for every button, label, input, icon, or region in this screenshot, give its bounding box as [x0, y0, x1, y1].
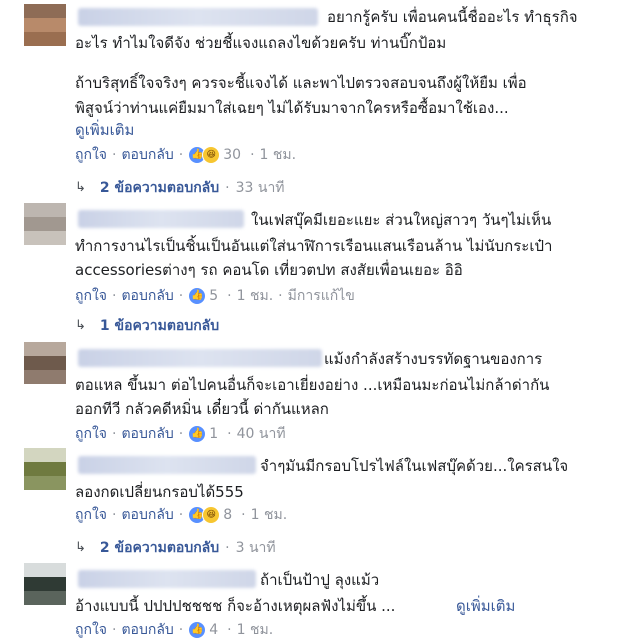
replies-time: 33 นาที — [235, 180, 285, 196]
replies-time: · — [225, 540, 230, 556]
see-more-link[interactable]: ดูเพิ่มเติม — [456, 595, 515, 617]
replies-count[interactable]: 2 ข้อความตอบกลับ — [100, 538, 219, 558]
reply-arrow-icon: ↳ — [75, 180, 86, 195]
reply-button[interactable]: ตอบกลับ — [121, 286, 173, 306]
comment-actions: ถูกใจ · ตอบกลับ · 👍 😆 30 · 1 ชม. — [75, 145, 297, 165]
haha-icon: 😆 — [202, 506, 221, 524]
reaction-count: 1 — [209, 426, 219, 442]
replies-count[interactable]: 1 ข้อความตอบกลับ — [100, 316, 219, 336]
commenter-name[interactable] — [78, 456, 256, 474]
commenter-name[interactable] — [78, 8, 318, 26]
comment-text: ลองกดเปลี่ยนกรอบได้555 — [75, 483, 244, 501]
replies-count[interactable]: 2 ข้อความตอบกลับ — [100, 178, 219, 198]
like-button[interactable]: ถูกใจ — [75, 424, 107, 444]
comment-time[interactable]: 1 ชม. — [260, 145, 297, 165]
reaction-count: 8 — [223, 507, 233, 523]
comment-time[interactable]: 1 ชม. — [237, 286, 274, 306]
comment-time[interactable]: 1 ชม. — [251, 505, 288, 525]
reactions[interactable]: 👍 😆 8 — [188, 505, 232, 525]
like-icon: 👍 — [188, 621, 207, 639]
reactions[interactable]: 👍 4 — [188, 620, 218, 640]
comment-text: อ้างแบบนี้ ปปปปชชชช ก็จะอ้างเหตุผลฟังไม่… — [75, 597, 396, 615]
like-icon: 👍 — [188, 425, 207, 443]
avatar[interactable] — [24, 448, 66, 490]
reply-button[interactable]: ตอบกลับ — [121, 424, 173, 444]
reply-button[interactable]: ตอบกลับ — [121, 620, 173, 640]
comment-actions: ถูกใจ · ตอบกลับ · 👍 5 · 1 ชม. · มีการแก้… — [75, 286, 355, 306]
comment-time[interactable]: 40 นาที — [237, 424, 286, 444]
reply-button[interactable]: ตอบกลับ — [121, 505, 173, 525]
comment-actions: ถูกใจ · ตอบกลับ · 👍 😆 8 · 1 ชม. — [75, 505, 288, 525]
comment-text: อะไร ทำไมใจดีจัง ช่วยชี้แจงแถลงไขด้วยครั… — [75, 34, 447, 52]
reaction-count: 4 — [209, 622, 219, 638]
like-icon: 👍 — [188, 287, 207, 305]
comment-text: ออกทีวี กลัวคดีหมิ่น เดี๋ยวนี้ ด่ากันแหล… — [75, 400, 329, 418]
comment-actions: ถูกใจ · ตอบกลับ · 👍 1 · 40 นาที — [75, 424, 286, 444]
haha-icon: 😆 — [202, 146, 221, 164]
comment-text: ทำการงานไรเป็นชิ้นเป็นอันแต่ใส่นาฬิการเร… — [75, 237, 553, 255]
like-button[interactable]: ถูกใจ — [75, 620, 107, 640]
reaction-count: 5 — [209, 288, 219, 304]
comment-text: จำๆมันมีกรอบโปรไฟล์ในเฟสบุ๊คด้วย...ใครสน… — [260, 457, 569, 475]
commenter-name[interactable] — [78, 210, 244, 228]
see-more-link[interactable]: ดูเพิ่มเติม — [75, 119, 134, 141]
reaction-count: 30 — [223, 147, 242, 163]
like-button[interactable]: ถูกใจ — [75, 286, 107, 306]
comment-text: ถ้าเป็นป้าปู ลุงแม้ว — [260, 571, 380, 589]
avatar[interactable] — [24, 563, 66, 605]
comment-text: ในเฟสบุ๊คมีเยอะแยะ ส่วนใหญ่สาวๆ วันๆไม่เ… — [251, 211, 552, 229]
commenter-name[interactable] — [78, 349, 322, 367]
view-replies[interactable]: ↳ 2 ข้อความตอบกลับ · 33 นาที — [75, 178, 285, 198]
reply-arrow-icon: ↳ — [75, 318, 86, 333]
reply-button[interactable]: ตอบกลับ — [121, 145, 173, 165]
comment-text: อยากรู้ครับ เพื่อนคนนี้ชื่ออะไร ทำธุรกิจ — [327, 8, 578, 26]
reactions[interactable]: 👍 5 — [188, 286, 218, 306]
view-replies[interactable]: ↳ 1 ข้อความตอบกลับ — [75, 316, 219, 336]
comment-time[interactable]: 1 ชม. — [237, 620, 274, 640]
avatar[interactable] — [24, 203, 66, 245]
reactions[interactable]: 👍 😆 30 — [188, 145, 241, 165]
view-replies[interactable]: ↳ 2 ข้อความตอบกลับ · 3 นาที — [75, 538, 276, 558]
reactions[interactable]: 👍 1 — [188, 424, 218, 444]
reply-arrow-icon: ↳ — [75, 540, 86, 555]
like-button[interactable]: ถูกใจ — [75, 505, 107, 525]
comment-text: ตอแหล ขึ้นมา ต่อไปคนอื่นก็จะเอาเยี่ยงอย่… — [75, 376, 550, 394]
replies-time: · — [225, 180, 230, 196]
comment-text: พิสูจน์ว่าท่านแค่ยืมมาใส่เฉยๆ ไม่ได้รับม… — [75, 99, 509, 117]
comment-text: แม้งกำลังสร้างบรรทัดฐานของการ — [324, 350, 543, 368]
comment-actions: ถูกใจ · ตอบกลับ · 👍 4 · 1 ชม. — [75, 620, 274, 640]
edited-label[interactable]: มีการแก้ไข — [288, 286, 355, 306]
avatar[interactable] — [24, 4, 66, 46]
like-button[interactable]: ถูกใจ — [75, 145, 107, 165]
replies-time: 3 นาที — [235, 540, 276, 556]
comment-text: ถ้าบริสุทธิ์ใจจริงๆ ควรจะชี้แจงได้ และพา… — [75, 74, 527, 92]
commenter-name[interactable] — [78, 570, 256, 588]
avatar[interactable] — [24, 342, 66, 384]
comment-text: accessoriesต่างๆ รถ คอนโด เที่ยวตปท สงสั… — [75, 261, 463, 279]
